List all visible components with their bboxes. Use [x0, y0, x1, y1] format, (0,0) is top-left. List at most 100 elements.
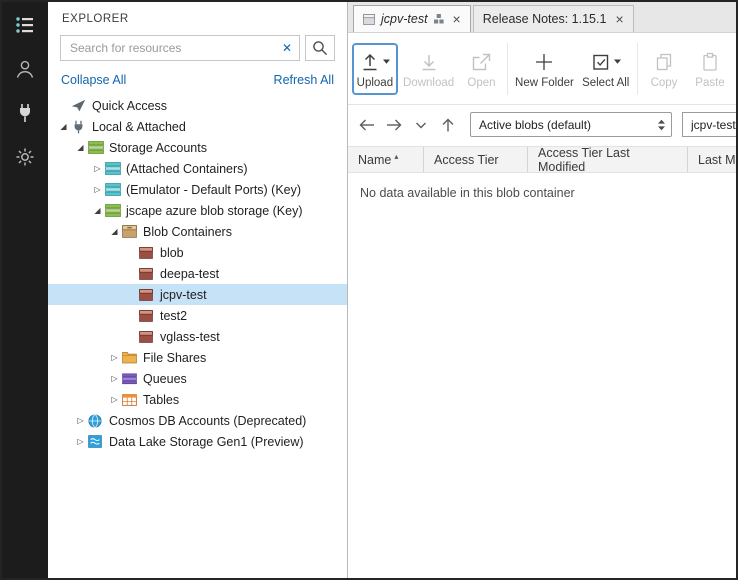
blob-filter-value: Active blobs (default) [479, 118, 591, 132]
tree-item-label: Cosmos DB Accounts (Deprecated) [107, 414, 306, 428]
upload-button[interactable]: Upload [352, 43, 398, 95]
new-folder-button[interactable]: New Folder [512, 43, 576, 95]
tree-item-label: Storage Accounts [107, 141, 207, 155]
column-header-label: Name [358, 153, 391, 167]
tab-status-icon [434, 14, 444, 24]
blob-container-icon [139, 247, 158, 259]
explorer-panel: EXPLORER ✕ Collapse All Refresh All Quic… [48, 2, 348, 578]
tree-item-quick-access[interactable]: Quick Access [48, 95, 347, 116]
upload-icon [359, 50, 390, 74]
clear-search-icon[interactable]: ✕ [278, 42, 292, 54]
account-button[interactable] [10, 54, 40, 84]
collapsed-expander-icon[interactable]: ▷ [107, 354, 122, 362]
path-input[interactable] [682, 112, 736, 137]
tree-item-blob[interactable]: blob [48, 242, 347, 263]
tree-item-storage-accounts[interactable]: ◢ Storage Accounts [48, 137, 347, 158]
close-tab-icon[interactable]: × [453, 12, 461, 26]
tree-item-attached-containers[interactable]: ▷ (Attached Containers) [48, 158, 347, 179]
back-icon[interactable] [356, 114, 378, 136]
tab-release-notes-1-15-1[interactable]: Release Notes: 1.15.1 × [473, 5, 634, 32]
tree-item-label: jcpv-test [158, 288, 207, 302]
column-header-access-tier-last-modified[interactable]: Access Tier Last Modified [528, 147, 688, 172]
tree-item-label: Queues [141, 372, 187, 386]
queues-icon [122, 373, 141, 385]
storage-explorer-window: EXPLORER ✕ Collapse All Refresh All Quic… [0, 0, 738, 580]
tree-item-cosmos-db-accounts-deprecated[interactable]: ▷ Cosmos DB Accounts (Deprecated) [48, 410, 347, 431]
tab-label: jcpv-test [381, 12, 428, 26]
column-header-access-tier[interactable]: Access Tier [424, 147, 528, 172]
tree-item-local-attached[interactable]: ◢ Local & Attached [48, 116, 347, 137]
forward-icon[interactable] [383, 114, 405, 136]
collapsed-expander-icon[interactable]: ▷ [107, 396, 122, 404]
empty-message: No data available in this blob container [348, 173, 736, 213]
tree-item-jcpv-test[interactable]: jcpv-test [48, 284, 347, 305]
explorer-title: EXPLORER [48, 2, 347, 30]
paste-button: Paste [688, 43, 732, 95]
tree-item-label: (Attached Containers) [124, 162, 248, 176]
toolbar-separator [507, 43, 508, 95]
tree-item-vglass-test[interactable]: vglass-test [48, 326, 347, 347]
search-input[interactable] [68, 40, 278, 56]
up-level-icon[interactable] [437, 114, 459, 136]
paste-icon [699, 50, 721, 74]
open-button: Open [459, 43, 503, 95]
settings-button[interactable] [10, 142, 40, 172]
connect-button[interactable] [10, 98, 40, 128]
select-all-button[interactable]: Select All [578, 43, 633, 95]
tree-item-label: Data Lake Storage Gen1 (Preview) [107, 435, 304, 449]
plug-icon [15, 102, 35, 124]
tree-item-label: File Shares [141, 351, 206, 365]
collapsed-expander-icon[interactable]: ▷ [90, 165, 105, 173]
search-button[interactable] [305, 35, 335, 61]
menu-icon [14, 15, 36, 35]
tab-label: Release Notes: 1.15.1 [483, 12, 607, 26]
tree-item-emulator-default-ports-key[interactable]: ▷ (Emulator - Default Ports) (Key) [48, 179, 347, 200]
download-icon [418, 50, 440, 74]
search-row: ✕ [48, 30, 347, 65]
open-icon [470, 50, 492, 74]
tree-item-file-shares[interactable]: ▷ File Shares [48, 347, 347, 368]
tree-item-blob-containers[interactable]: ◢Blob Containers [48, 221, 347, 242]
activity-bar [2, 2, 48, 578]
tables-icon [122, 394, 141, 406]
tree-item-data-lake-storage-gen1-preview[interactable]: ▷ Data Lake Storage Gen1 (Preview) [48, 431, 347, 452]
close-tab-icon[interactable]: × [615, 12, 623, 26]
download-button: Download [400, 43, 458, 95]
collapsed-expander-icon[interactable]: ▷ [90, 186, 105, 194]
blob-filter-select[interactable]: Active blobs (default) [470, 112, 672, 137]
tree-item-tables[interactable]: ▷Tables [48, 389, 347, 410]
blob-container-icon [139, 331, 158, 343]
tree-item-jscape-azure-blob-storage-key[interactable]: ◢jscape azure blob storage (Key) [48, 200, 347, 221]
tree-item-test2[interactable]: test2 [48, 305, 347, 326]
history-chevron-icon[interactable] [410, 114, 432, 136]
blob-container-icon [139, 289, 158, 301]
gear-icon [14, 146, 36, 168]
storage-green-icon [105, 204, 124, 217]
refresh-all-link[interactable]: Refresh All [274, 73, 334, 87]
tree-item-label: vglass-test [158, 330, 220, 344]
cosmos-db-icon [88, 414, 107, 428]
explorer-menu-button[interactable] [10, 10, 40, 40]
expanded-expander-icon[interactable]: ◢ [56, 123, 71, 131]
collapse-all-link[interactable]: Collapse All [61, 73, 126, 87]
select-arrows-icon [657, 119, 666, 131]
main-panel: jcpv-test × Release Notes: 1.15.1 × UploadD… [348, 2, 736, 578]
blob-container-icon [139, 310, 158, 322]
expanded-expander-icon[interactable]: ◢ [90, 207, 105, 215]
expanded-expander-icon[interactable]: ◢ [107, 228, 122, 236]
tree-item-deepa-test[interactable]: deepa-test [48, 263, 347, 284]
tree-item-queues[interactable]: ▷ Queues [48, 368, 347, 389]
tree-actions: Collapse All Refresh All [48, 65, 347, 93]
tab-jcpv-test[interactable]: jcpv-test × [353, 5, 471, 32]
column-header-name[interactable]: Name▴ [348, 147, 424, 172]
expanded-expander-icon[interactable]: ◢ [73, 144, 88, 152]
data-lake-icon [88, 435, 107, 448]
column-header-label: Access Tier [434, 153, 499, 167]
tree-item-label: (Emulator - Default Ports) (Key) [124, 183, 301, 197]
toolbar-button-label: Open [467, 77, 495, 89]
column-header-last-m[interactable]: Last M [688, 147, 736, 172]
collapsed-expander-icon[interactable]: ▷ [107, 375, 122, 383]
collapsed-expander-icon[interactable]: ▷ [73, 417, 88, 425]
tree-item-label: Local & Attached [90, 120, 186, 134]
collapsed-expander-icon[interactable]: ▷ [73, 438, 88, 446]
